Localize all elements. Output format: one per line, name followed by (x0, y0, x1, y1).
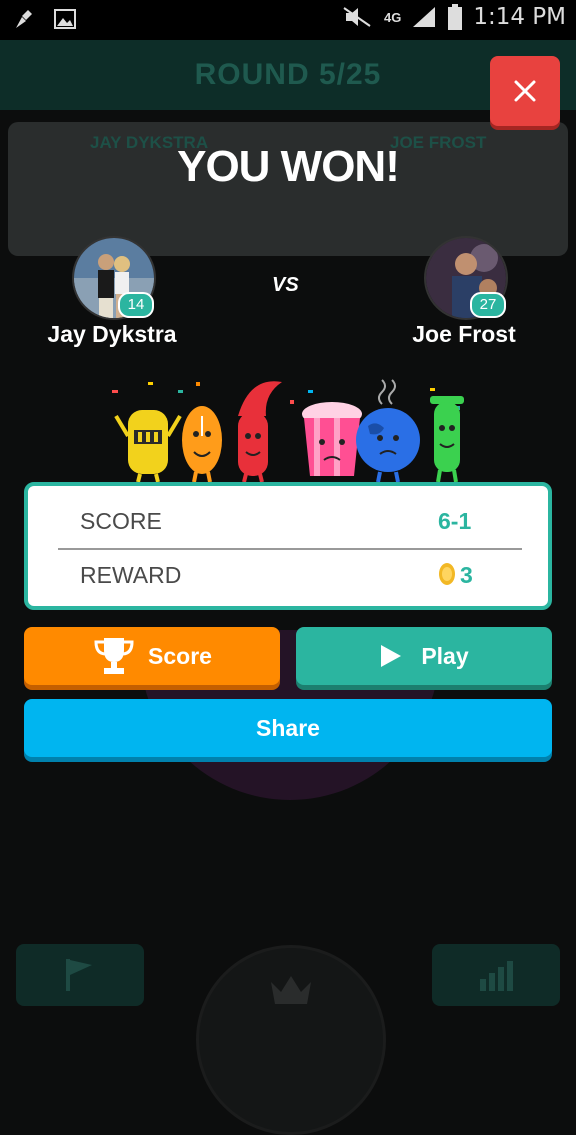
play-icon (381, 645, 402, 667)
crown-icon (271, 976, 311, 1004)
clock: 1:14 PM (473, 4, 566, 30)
signal-icon (413, 7, 436, 27)
score-button-label: Score (148, 642, 212, 669)
background-stats-button (432, 944, 560, 1006)
broom-icon (16, 10, 32, 28)
play-button-label: Play (421, 642, 469, 669)
player2-level-badge: 27 (470, 292, 506, 318)
background-crown-button (196, 945, 386, 1135)
confetti (112, 382, 460, 410)
battery-icon (448, 4, 463, 30)
score-card: SCORE 6-1 REWARD 3 (24, 482, 552, 610)
coin-icon (439, 563, 455, 585)
stats-icon (480, 961, 513, 991)
flag-icon (66, 959, 92, 991)
background-flag-button (16, 944, 144, 1006)
card-divider (58, 548, 522, 550)
close-button[interactable] (490, 56, 560, 126)
score-value: 6-1 (438, 508, 472, 534)
red-character (238, 381, 282, 483)
reward-value: 3 (460, 562, 473, 588)
close-icon (514, 80, 536, 102)
pink-character (302, 402, 362, 476)
network-label: 4G (383, 9, 402, 25)
reward-label: REWARD (80, 562, 182, 588)
orange-character (182, 406, 222, 483)
player2-name: Joe Frost (412, 321, 516, 347)
share-button-label: Share (256, 714, 320, 741)
result-headline: YOU WON! (177, 142, 400, 191)
category-characters (112, 379, 464, 483)
play-button[interactable]: Play (296, 627, 552, 685)
mute-icon (343, 7, 371, 27)
trophy-icon (94, 638, 134, 674)
score-button[interactable]: Score (24, 627, 280, 685)
blue-character (356, 379, 420, 483)
score-label: SCORE (80, 508, 162, 534)
share-button[interactable]: Share (24, 699, 552, 757)
player1-name: Jay Dykstra (47, 321, 177, 347)
status-bar: 4G 1:14 PM (0, 0, 576, 40)
image-icon (54, 9, 76, 29)
yellow-character (114, 410, 182, 483)
vs-label: VS (272, 274, 299, 296)
player1-level-badge: 14 (118, 292, 154, 318)
